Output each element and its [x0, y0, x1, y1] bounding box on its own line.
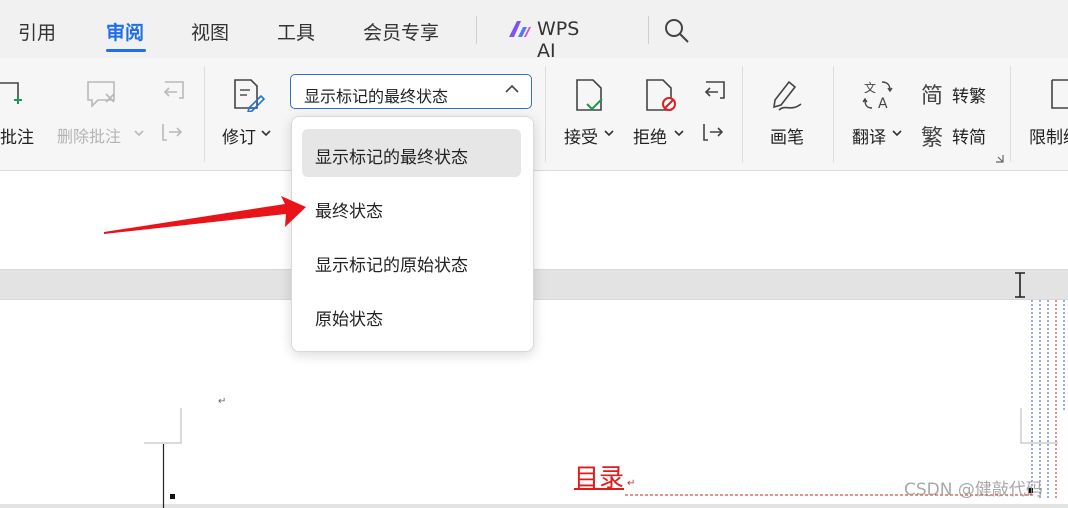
accept-icon: [576, 79, 603, 111]
tab-view[interactable]: 视图: [191, 18, 229, 45]
prev-comment-icon[interactable]: [159, 80, 187, 104]
option-original[interactable]: 原始状态: [302, 291, 521, 339]
revision-balloon-lines: [1031, 300, 1065, 410]
ribbon-separator: [833, 66, 834, 162]
track-changes-icon: [234, 79, 265, 112]
tab-review[interactable]: 审阅: [106, 18, 144, 45]
tab-member[interactable]: 会员专享: [363, 18, 439, 45]
active-tab-indicator: [106, 49, 146, 52]
next-comment-icon[interactable]: [159, 120, 187, 144]
document-page[interactable]: [0, 299, 1068, 508]
reject-label: 拒绝: [633, 128, 667, 148]
chevron-down-icon: [134, 130, 144, 137]
prev-change-icon[interactable]: [700, 80, 728, 104]
markup-view-value: 显示标记的最终状态: [304, 87, 449, 106]
svg-text:A: A: [878, 96, 888, 112]
svg-text:文: 文: [864, 80, 876, 95]
document-page-top[interactable]: [0, 171, 1068, 270]
tab-tools[interactable]: 工具: [277, 18, 315, 45]
translate-icon: 文 A: [862, 80, 893, 112]
ribbon-separator: [204, 66, 205, 162]
delete-comment-label: 删除批注: [57, 127, 122, 146]
ai-logo-icon: [509, 21, 531, 37]
tab-references[interactable]: 引用: [18, 18, 56, 45]
chevron-down-icon: [261, 130, 271, 137]
markup-view-select[interactable]: 显示标记的最终状态: [290, 74, 532, 109]
translate-label: 翻译: [852, 128, 886, 148]
tab-separator: [476, 16, 477, 44]
option-final-with-markup[interactable]: 显示标记的最终状态: [302, 129, 521, 177]
text-cursor-icon: [1015, 272, 1025, 298]
option-final[interactable]: 最终状态: [302, 183, 521, 231]
chevron-down-icon: [892, 130, 902, 137]
reject-icon: [646, 79, 676, 111]
traditional-icon: 简: [921, 84, 944, 109]
next-change-icon[interactable]: [700, 120, 728, 144]
pen-label: 画笔: [770, 128, 804, 148]
ribbon-separator: [545, 66, 546, 162]
add-comment-icon: [0, 82, 22, 104]
review-ribbon: 批注 删除批注 修订 接受 拒绝 画笔 文 A 翻译 简 转繁 繁 转简 限制: [0, 58, 1068, 171]
to-simplified-label: 转简: [952, 128, 986, 148]
chevron-up-icon: [505, 84, 519, 93]
search-icon[interactable]: [664, 18, 690, 44]
option-original-with-markup[interactable]: 显示标记的原始状态: [302, 237, 521, 285]
pen-icon: [773, 80, 802, 111]
delete-comment-icon: [87, 81, 115, 108]
toc-heading: 目录: [574, 463, 625, 492]
paragraph-mark: ↵: [218, 396, 227, 407]
restrict-edit-label: 限制编: [1029, 128, 1068, 148]
ribbon-separator: [742, 66, 743, 162]
margin-crop-mark: [144, 408, 182, 508]
ribbon-separator: [1010, 66, 1011, 162]
track-changes-label: 修订: [222, 128, 256, 148]
simplified-icon: 繁: [921, 126, 944, 151]
add-comment-label: 批注: [0, 128, 34, 148]
watermark: CSDN @健敲代码: [904, 480, 1043, 500]
tab-separator: [648, 16, 649, 44]
accept-label: 接受: [564, 128, 598, 148]
to-traditional-label: 转繁: [952, 87, 986, 107]
chevron-down-icon: [674, 130, 684, 137]
markup-view-dropdown: 显示标记的最终状态 最终状态 显示标记的原始状态 原始状态: [291, 116, 534, 352]
tab-wps-ai-label: WPS AI: [537, 18, 580, 62]
restrict-edit-icon: [1051, 79, 1068, 109]
paragraph-mark: ↵: [627, 478, 636, 489]
dialog-launcher-icon[interactable]: [995, 154, 1004, 163]
ribbon-tab-bar: 引用 审阅 视图 工具 会员专享 WPS AI: [0, 0, 1068, 62]
chevron-down-icon: [604, 130, 614, 137]
